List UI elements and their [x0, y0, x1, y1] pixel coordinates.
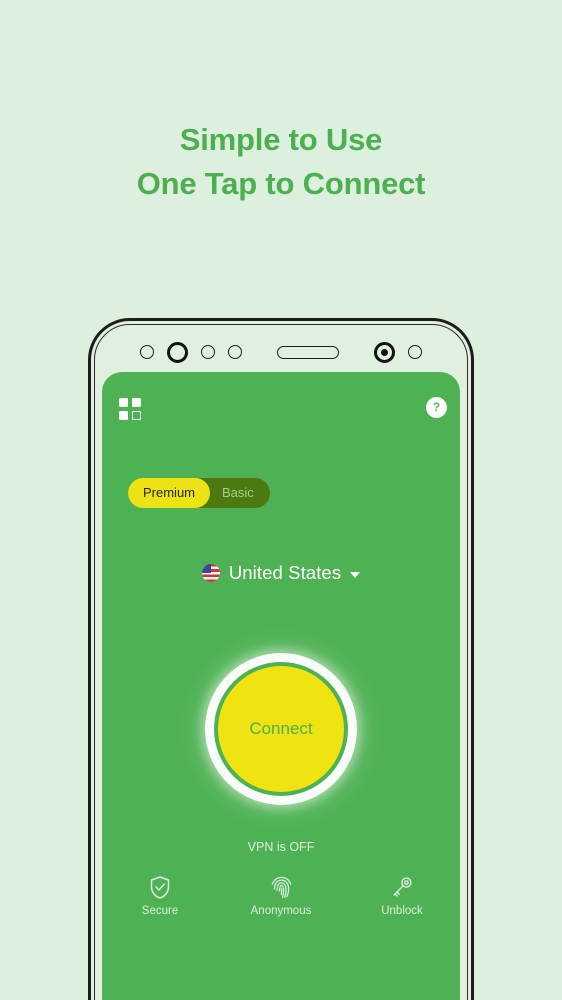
ir-sensor-icon	[228, 345, 242, 359]
feature-secure[interactable]: Secure	[122, 874, 198, 917]
feature-label: Secure	[141, 905, 179, 917]
help-button[interactable]: ?	[426, 397, 447, 418]
country-selector[interactable]: United States	[102, 562, 460, 584]
front-camera-icon	[167, 341, 188, 363]
connect-button[interactable]: Connect	[218, 666, 344, 792]
feature-label: Anonymous	[250, 905, 312, 917]
plan-toggle[interactable]: Premium Basic	[128, 478, 270, 508]
feature-label: Unblock	[381, 905, 423, 917]
feature-list: Secure Anonymous Unblock	[102, 874, 460, 917]
plan-option-basic[interactable]: Basic	[210, 478, 270, 508]
grid-menu-icon[interactable]	[119, 398, 141, 420]
plan-option-premium[interactable]: Premium	[128, 478, 211, 508]
extra-sensor-icon	[408, 345, 422, 359]
key-icon	[364, 874, 440, 900]
iris-camera-icon	[374, 341, 395, 363]
fingerprint-icon	[243, 874, 319, 900]
phone-sensor-bar	[94, 334, 468, 370]
feature-anonymous[interactable]: Anonymous	[243, 874, 319, 917]
phone-mockup: ? Premium Basic United States Connect VP…	[88, 318, 474, 1000]
us-flag-icon	[201, 564, 220, 582]
proximity-sensor-icon	[140, 345, 154, 359]
app-screen: ? Premium Basic United States Connect VP…	[102, 372, 460, 1000]
chevron-down-icon	[350, 571, 361, 578]
connect-button-wrapper: Connect	[205, 653, 357, 805]
headline-line-1: Simple to Use	[179, 122, 383, 157]
page-headline: Simple to Use One Tap to Connect	[0, 118, 562, 206]
feature-unblock[interactable]: Unblock	[364, 874, 440, 917]
country-name: United States	[228, 562, 342, 583]
headline-line-2: One Tap to Connect	[136, 166, 426, 201]
shield-check-icon	[122, 874, 198, 900]
light-sensor-icon	[201, 345, 215, 359]
vpn-status-text: VPN is OFF	[247, 840, 315, 854]
earpiece-speaker-icon	[277, 345, 339, 359]
